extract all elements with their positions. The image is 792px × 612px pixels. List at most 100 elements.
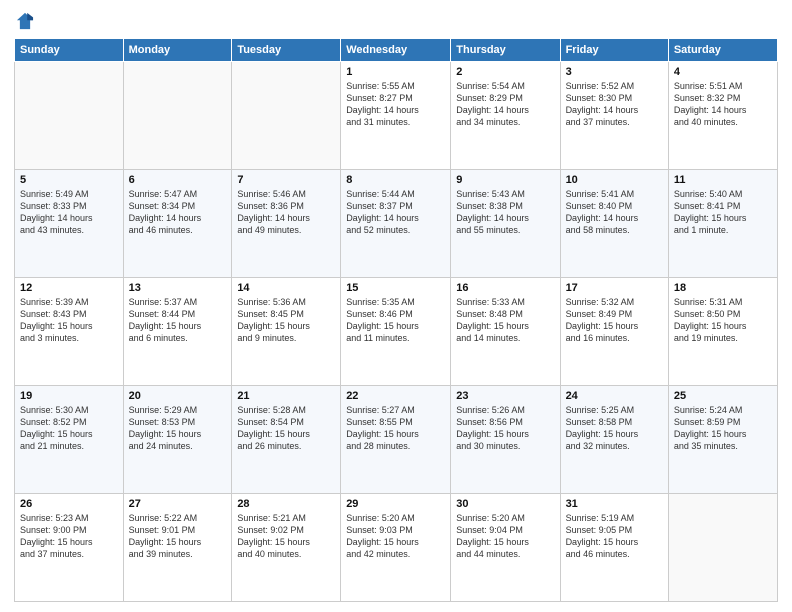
calendar-cell: 8 Sunrise: 5:44 AM Sunset: 8:37 PM Daylig…	[341, 170, 451, 278]
day-info: Sunrise: 5:40 AM Sunset: 8:41 PM Dayligh…	[674, 188, 772, 237]
calendar-week-1: 1 Sunrise: 5:55 AM Sunset: 8:27 PM Daylig…	[15, 62, 778, 170]
calendar-cell: 1 Sunrise: 5:55 AM Sunset: 8:27 PM Daylig…	[341, 62, 451, 170]
day-number: 9	[456, 174, 554, 186]
day-info: Sunrise: 5:19 AM Sunset: 9:05 PM Dayligh…	[566, 512, 663, 561]
column-header-monday: Monday	[123, 39, 232, 62]
day-info: Sunrise: 5:31 AM Sunset: 8:50 PM Dayligh…	[674, 296, 772, 345]
calendar-cell: 6Sunrise: 5:47 AM Sunset: 8:34 PM Daylig…	[123, 170, 232, 278]
day-info: Sunrise: 5:49 AM Sunset: 8:33 PM Dayligh…	[20, 188, 118, 237]
calendar-cell: 21 Sunrise: 5:28 AM Sunset: 8:54 PM Dayli…	[232, 386, 341, 494]
calendar-cell: 7Sunrise: 5:46 AM Sunset: 8:36 PM Daylig…	[232, 170, 341, 278]
calendar-cell: 26 Sunrise: 5:23 AM Sunset: 9:00 PM Dayli…	[15, 494, 124, 602]
calendar-cell: 15 Sunrise: 5:35 AM Sunset: 8:46 PM Dayli…	[341, 278, 451, 386]
calendar-week-3: 12 Sunrise: 5:39 AM Sunset: 8:43 PM Dayli…	[15, 278, 778, 386]
calendar-cell	[668, 494, 777, 602]
day-number: 23	[456, 390, 554, 402]
day-number: 10	[566, 174, 663, 186]
day-number: 22	[346, 390, 445, 402]
calendar-cell: 27Sunrise: 5:22 AM Sunset: 9:01 PM Dayli…	[123, 494, 232, 602]
calendar-cell	[15, 62, 124, 170]
day-info: Sunrise: 5:33 AM Sunset: 8:48 PM Dayligh…	[456, 296, 554, 345]
calendar-cell: 24 Sunrise: 5:25 AM Sunset: 8:58 PM Dayli…	[560, 386, 668, 494]
calendar: SundayMondayTuesdayWednesdayThursdayFrid…	[14, 38, 778, 602]
calendar-cell: 20Sunrise: 5:29 AM Sunset: 8:53 PM Dayli…	[123, 386, 232, 494]
day-info: Sunrise: 5:23 AM Sunset: 9:00 PM Dayligh…	[20, 512, 118, 561]
calendar-week-5: 26 Sunrise: 5:23 AM Sunset: 9:00 PM Dayli…	[15, 494, 778, 602]
column-header-sunday: Sunday	[15, 39, 124, 62]
calendar-cell: 22 Sunrise: 5:27 AM Sunset: 8:55 PM Dayli…	[341, 386, 451, 494]
column-header-wednesday: Wednesday	[341, 39, 451, 62]
day-info: Sunrise: 5:32 AM Sunset: 8:49 PM Dayligh…	[566, 296, 663, 345]
calendar-header-row: SundayMondayTuesdayWednesdayThursdayFrid…	[15, 39, 778, 62]
day-number: 5	[20, 174, 118, 186]
day-info: Sunrise: 5:28 AM Sunset: 8:54 PM Dayligh…	[237, 404, 335, 453]
day-info: Sunrise: 5:35 AM Sunset: 8:46 PM Dayligh…	[346, 296, 445, 345]
logo-icon	[14, 10, 36, 32]
day-info: Sunrise: 5:37 AM Sunset: 8:44 PM Dayligh…	[129, 296, 227, 345]
calendar-cell: 29 Sunrise: 5:20 AM Sunset: 9:03 PM Dayli…	[341, 494, 451, 602]
day-number: 8	[346, 174, 445, 186]
day-info: Sunrise: 5:21 AM Sunset: 9:02 PM Dayligh…	[237, 512, 335, 561]
calendar-cell: 25Sunrise: 5:24 AM Sunset: 8:59 PM Dayli…	[668, 386, 777, 494]
page: SundayMondayTuesdayWednesdayThursdayFrid…	[0, 0, 792, 612]
day-info: Sunrise: 5:44 AM Sunset: 8:37 PM Dayligh…	[346, 188, 445, 237]
day-info: Sunrise: 5:30 AM Sunset: 8:52 PM Dayligh…	[20, 404, 118, 453]
day-number: 13	[129, 282, 227, 294]
day-number: 15	[346, 282, 445, 294]
day-info: Sunrise: 5:51 AM Sunset: 8:32 PM Dayligh…	[674, 80, 772, 129]
day-info: Sunrise: 5:27 AM Sunset: 8:55 PM Dayligh…	[346, 404, 445, 453]
day-number: 3	[566, 66, 663, 78]
calendar-week-2: 5 Sunrise: 5:49 AM Sunset: 8:33 PM Daylig…	[15, 170, 778, 278]
calendar-cell	[123, 62, 232, 170]
calendar-cell: 10Sunrise: 5:41 AM Sunset: 8:40 PM Dayli…	[560, 170, 668, 278]
calendar-cell: 13 Sunrise: 5:37 AM Sunset: 8:44 PM Dayli…	[123, 278, 232, 386]
calendar-cell: 19 Sunrise: 5:30 AM Sunset: 8:52 PM Dayli…	[15, 386, 124, 494]
calendar-cell: 9 Sunrise: 5:43 AM Sunset: 8:38 PM Daylig…	[451, 170, 560, 278]
day-info: Sunrise: 5:20 AM Sunset: 9:04 PM Dayligh…	[456, 512, 554, 561]
calendar-cell: 14Sunrise: 5:36 AM Sunset: 8:45 PM Dayli…	[232, 278, 341, 386]
calendar-cell: 31 Sunrise: 5:19 AM Sunset: 9:05 PM Dayli…	[560, 494, 668, 602]
day-number: 12	[20, 282, 118, 294]
calendar-cell: 5 Sunrise: 5:49 AM Sunset: 8:33 PM Daylig…	[15, 170, 124, 278]
day-number: 6	[129, 174, 227, 186]
day-number: 1	[346, 66, 445, 78]
day-number: 17	[566, 282, 663, 294]
day-number: 30	[456, 498, 554, 510]
day-number: 19	[20, 390, 118, 402]
day-number: 24	[566, 390, 663, 402]
day-info: Sunrise: 5:39 AM Sunset: 8:43 PM Dayligh…	[20, 296, 118, 345]
day-info: Sunrise: 5:36 AM Sunset: 8:45 PM Dayligh…	[237, 296, 335, 345]
day-info: Sunrise: 5:20 AM Sunset: 9:03 PM Dayligh…	[346, 512, 445, 561]
day-number: 7	[237, 174, 335, 186]
calendar-cell: 17 Sunrise: 5:32 AM Sunset: 8:49 PM Dayli…	[560, 278, 668, 386]
day-info: Sunrise: 5:25 AM Sunset: 8:58 PM Dayligh…	[566, 404, 663, 453]
day-info: Sunrise: 5:55 AM Sunset: 8:27 PM Dayligh…	[346, 80, 445, 129]
calendar-cell: 12 Sunrise: 5:39 AM Sunset: 8:43 PM Dayli…	[15, 278, 124, 386]
day-number: 2	[456, 66, 554, 78]
day-info: Sunrise: 5:43 AM Sunset: 8:38 PM Dayligh…	[456, 188, 554, 237]
column-header-thursday: Thursday	[451, 39, 560, 62]
day-number: 11	[674, 174, 772, 186]
day-number: 27	[129, 498, 227, 510]
calendar-cell: 30 Sunrise: 5:20 AM Sunset: 9:04 PM Dayli…	[451, 494, 560, 602]
day-number: 26	[20, 498, 118, 510]
day-number: 4	[674, 66, 772, 78]
column-header-saturday: Saturday	[668, 39, 777, 62]
day-number: 20	[129, 390, 227, 402]
calendar-cell: 28 Sunrise: 5:21 AM Sunset: 9:02 PM Dayli…	[232, 494, 341, 602]
day-number: 28	[237, 498, 335, 510]
day-number: 16	[456, 282, 554, 294]
day-number: 25	[674, 390, 772, 402]
day-info: Sunrise: 5:26 AM Sunset: 8:56 PM Dayligh…	[456, 404, 554, 453]
day-number: 18	[674, 282, 772, 294]
day-number: 31	[566, 498, 663, 510]
header	[14, 10, 778, 32]
day-number: 29	[346, 498, 445, 510]
day-info: Sunrise: 5:52 AM Sunset: 8:30 PM Dayligh…	[566, 80, 663, 129]
calendar-cell: 23 Sunrise: 5:26 AM Sunset: 8:56 PM Dayli…	[451, 386, 560, 494]
calendar-cell: 3 Sunrise: 5:52 AM Sunset: 8:30 PM Daylig…	[560, 62, 668, 170]
column-header-tuesday: Tuesday	[232, 39, 341, 62]
calendar-cell: 2Sunrise: 5:54 AM Sunset: 8:29 PM Daylig…	[451, 62, 560, 170]
day-number: 21	[237, 390, 335, 402]
calendar-cell: 18 Sunrise: 5:31 AM Sunset: 8:50 PM Dayli…	[668, 278, 777, 386]
